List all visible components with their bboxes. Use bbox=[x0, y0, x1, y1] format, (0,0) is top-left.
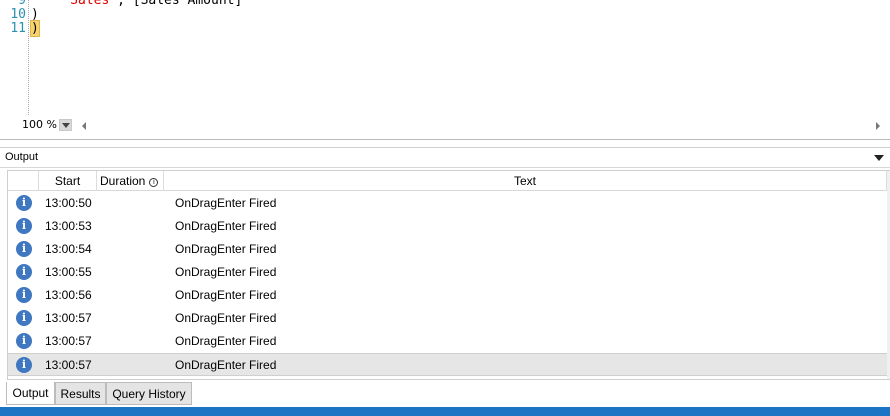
tab-output[interactable]: Output bbox=[6, 382, 55, 405]
cell-start: 13:00:55 bbox=[45, 265, 92, 279]
table-row[interactable]: i 13:00:50 OnDragEnter Fired bbox=[8, 192, 887, 215]
info-icon: i bbox=[16, 264, 32, 280]
output-header: Output bbox=[0, 148, 890, 168]
line-number: 11 bbox=[10, 21, 26, 36]
cell-start: 13:00:50 bbox=[45, 196, 92, 210]
output-grid[interactable]: Start Duration i Text i 13:00:50 OnDragEnte… bbox=[7, 170, 890, 380]
cell-start: 13:00:56 bbox=[45, 288, 92, 302]
info-icon: i bbox=[16, 195, 32, 211]
info-icon: i bbox=[16, 287, 32, 303]
column-header-duration-label: Duration bbox=[100, 174, 146, 188]
scroll-right-arrow-icon[interactable] bbox=[876, 122, 880, 130]
table-row[interactable]: i 13:00:57 OnDragEnter Fired bbox=[8, 353, 887, 376]
output-panel: Output Start Duration i Text i 13:00:50 OnD… bbox=[0, 147, 890, 380]
cell-text: OnDragEnter Fired bbox=[175, 334, 277, 348]
matched-brace: ) bbox=[30, 20, 40, 37]
info-icon: i bbox=[16, 357, 32, 373]
output-menu-dropdown-icon[interactable] bbox=[874, 155, 884, 161]
table-row[interactable]: i 13:00:57 OnDragEnter Fired bbox=[8, 330, 887, 353]
output-title: Output bbox=[5, 151, 39, 163]
code-token: ) bbox=[31, 7, 39, 22]
column-header-duration[interactable]: Duration i bbox=[97, 171, 164, 191]
cell-start: 13:00:57 bbox=[45, 334, 92, 348]
cell-start: 13:00:53 bbox=[45, 219, 92, 233]
cell-text: OnDragEnter Fired bbox=[175, 242, 277, 256]
column-header-icon[interactable] bbox=[8, 171, 39, 191]
table-row[interactable]: i 13:00:56 OnDragEnter Fired bbox=[8, 284, 887, 307]
cell-start: 13:00:57 bbox=[45, 358, 92, 372]
zoom-dropdown-button[interactable] bbox=[59, 119, 72, 131]
bottom-tabs: Output Results Query History bbox=[0, 382, 890, 406]
cell-text: OnDragEnter Fired bbox=[175, 219, 277, 233]
zoom-level: 100 % bbox=[22, 118, 57, 131]
code-text[interactable]: ) bbox=[30, 20, 40, 37]
info-icon: i bbox=[16, 310, 32, 326]
code-line[interactable]: 11) bbox=[0, 20, 890, 37]
duration-info-icon: i bbox=[149, 178, 159, 187]
cell-text: OnDragEnter Fired bbox=[175, 288, 277, 302]
table-row[interactable]: i 13:00:57 OnDragEnter Fired bbox=[8, 307, 887, 330]
column-header-start[interactable]: Start bbox=[39, 171, 97, 191]
cell-start: 13:00:57 bbox=[45, 311, 92, 325]
cell-text: OnDragEnter Fired bbox=[175, 196, 277, 210]
grid-header: Start Duration i Text bbox=[8, 171, 890, 191]
info-icon: i bbox=[16, 218, 32, 234]
cell-start: 13:00:54 bbox=[45, 242, 92, 256]
query-editor[interactable]: 9 'Sales', [Sales Amount] 10) 11) 100 % bbox=[0, 0, 890, 140]
status-bar bbox=[0, 407, 890, 416]
editor-zoom-bar: 100 % bbox=[0, 116, 890, 136]
info-icon: i bbox=[16, 241, 32, 257]
table-row[interactable]: i 13:00:54 OnDragEnter Fired bbox=[8, 238, 887, 261]
table-row[interactable]: i 13:00:55 OnDragEnter Fired bbox=[8, 261, 887, 284]
column-header-text[interactable]: Text bbox=[164, 171, 887, 191]
cell-text: OnDragEnter Fired bbox=[175, 265, 277, 279]
scroll-left-arrow-icon[interactable] bbox=[82, 122, 86, 130]
cell-text: OnDragEnter Fired bbox=[175, 358, 277, 372]
table-row[interactable]: i 13:00:53 OnDragEnter Fired bbox=[8, 215, 887, 238]
editor-border bbox=[0, 139, 890, 140]
tab-results[interactable]: Results bbox=[55, 382, 106, 405]
info-icon: i bbox=[16, 333, 32, 349]
tab-query-history[interactable]: Query History bbox=[106, 382, 192, 405]
cell-text: OnDragEnter Fired bbox=[175, 311, 277, 325]
